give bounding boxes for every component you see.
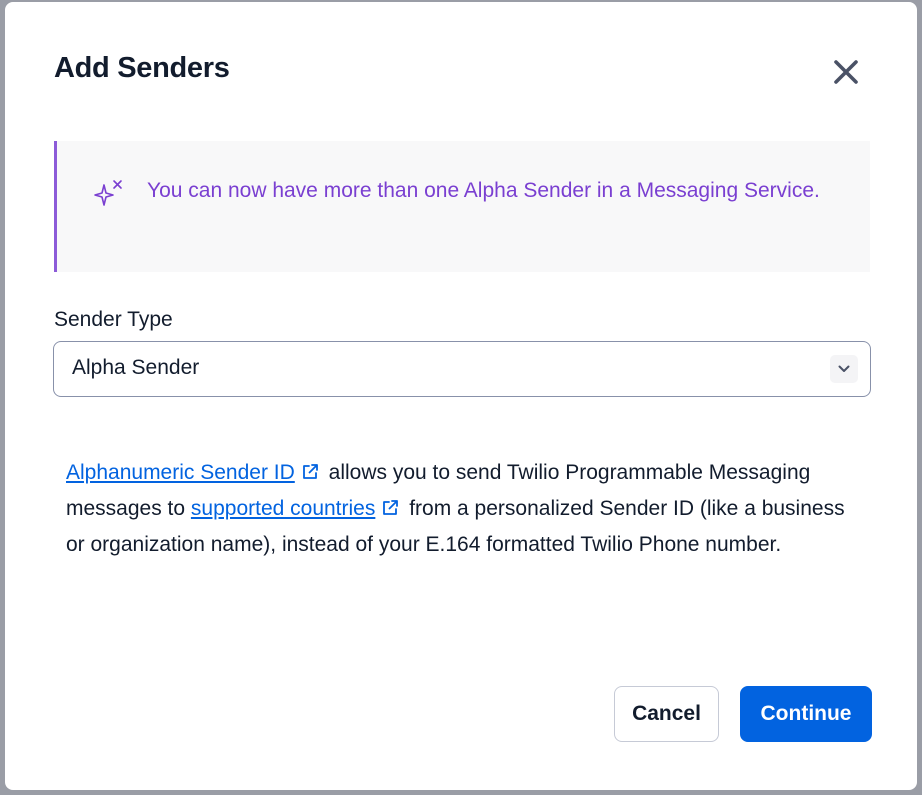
- external-link-icon: [302, 464, 318, 479]
- dialog-title: Add Senders: [54, 52, 230, 84]
- chevron-down-icon: [830, 355, 858, 383]
- sender-type-label: Sender Type: [54, 308, 173, 331]
- sender-type-value: Alpha Sender: [72, 356, 200, 379]
- cancel-button[interactable]: Cancel: [614, 686, 719, 742]
- callout-message: You can now have more than one Alpha Sen…: [147, 179, 820, 202]
- sender-description: Alphanumeric Sender ID allows you to sen…: [66, 455, 866, 563]
- add-senders-dialog: Add Senders You can now have more than o…: [5, 2, 917, 790]
- continue-button[interactable]: Continue: [740, 686, 872, 742]
- supported-countries-link[interactable]: supported countries: [191, 497, 375, 520]
- info-callout: You can now have more than one Alpha Sen…: [54, 141, 870, 272]
- close-icon: [834, 60, 858, 84]
- close-button[interactable]: [828, 54, 864, 90]
- alphanumeric-sender-id-link[interactable]: Alphanumeric Sender ID: [66, 461, 295, 484]
- sender-type-select[interactable]: Alpha Sender: [53, 341, 871, 397]
- sparkle-icon: [94, 180, 122, 206]
- external-link-icon: [383, 500, 399, 515]
